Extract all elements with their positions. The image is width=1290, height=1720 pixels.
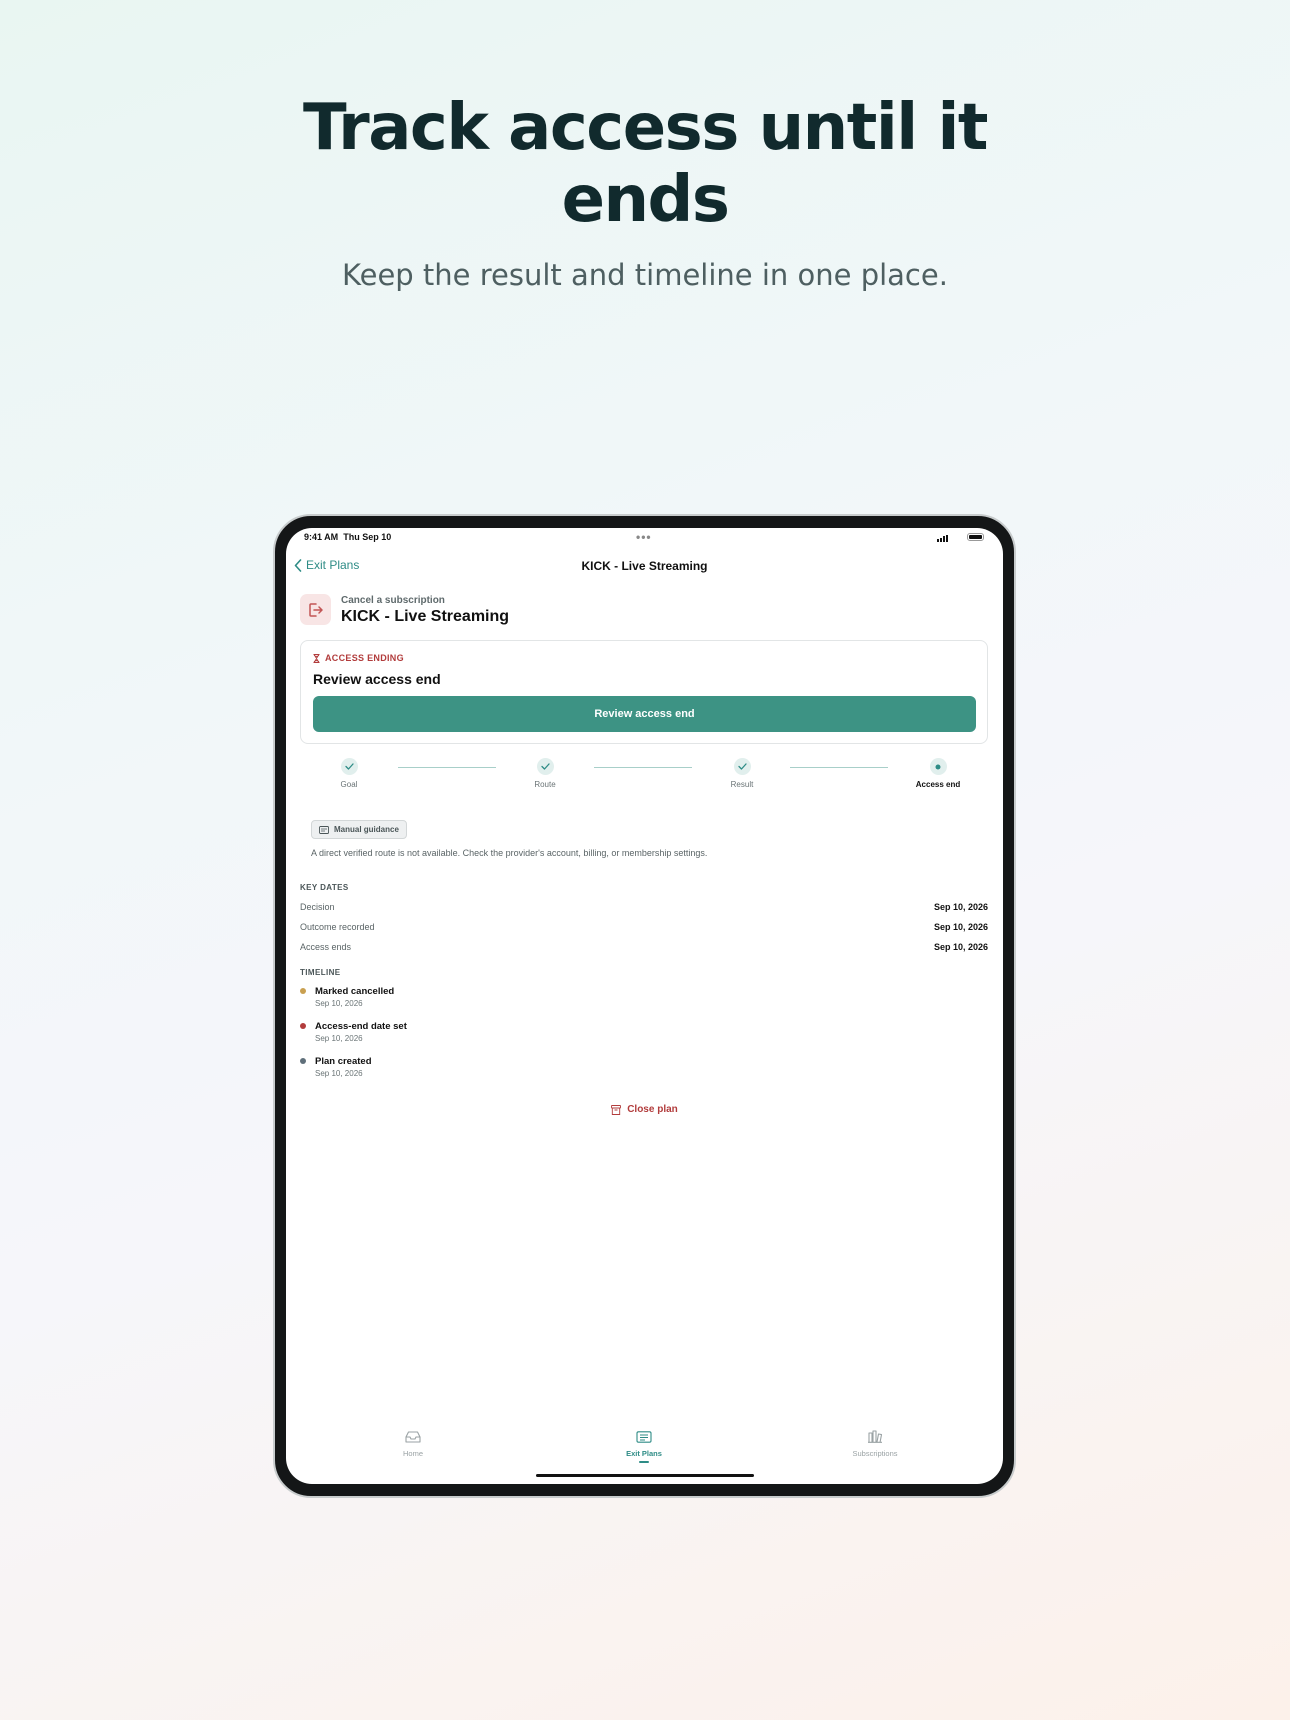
current-step-dot-icon	[929, 758, 947, 775]
signal-icon	[937, 535, 949, 542]
stack-icon	[868, 1430, 883, 1443]
hourglass-icon	[313, 653, 320, 663]
step-connector	[594, 767, 692, 768]
status-bar: 9:41 AM Thu Sep 10 •••	[286, 528, 1003, 550]
timeline-date: Sep 10, 2026	[315, 999, 363, 1008]
manual-guidance-label: Manual guidance	[334, 825, 399, 834]
archive-icon	[611, 1104, 622, 1115]
timeline-title: Access-end date set	[315, 1021, 407, 1032]
close-plan-label: Close plan	[627, 1104, 678, 1115]
step-goal: Goal	[309, 758, 389, 789]
active-tab-indicator	[639, 1461, 649, 1463]
timeline-item: Marked cancelled Sep 10, 2026	[300, 986, 700, 1016]
step-connector	[398, 767, 496, 768]
step-result: Result	[702, 758, 782, 789]
status-time: 9:41 AM Thu Sep 10	[304, 532, 391, 542]
tab-home[interactable]: Home	[363, 1430, 463, 1458]
status-card: ACCESS ENDING Review access end Review a…	[300, 640, 988, 744]
key-date-label: Decision	[300, 902, 335, 912]
key-date-row: Decision Sep 10, 2026	[300, 902, 988, 916]
manual-guidance-chip: Manual guidance	[311, 820, 407, 839]
status-badge-label: ACCESS ENDING	[325, 653, 404, 663]
key-date-row: Outcome recorded Sep 10, 2026	[300, 922, 988, 936]
list-icon	[636, 1431, 652, 1443]
status-date: Thu Sep 10	[343, 532, 392, 542]
home-indicator[interactable]	[536, 1474, 754, 1477]
timeline-title: Plan created	[315, 1056, 372, 1067]
tab-bar: Home Exit Plans Subscriptions	[286, 1430, 1003, 1470]
timeline-dot-icon	[300, 988, 306, 994]
status-clock: 9:41 AM	[304, 532, 339, 542]
multitasking-dots-icon[interactable]: •••	[636, 530, 652, 544]
checkmark-icon	[536, 758, 554, 775]
plan-header: Cancel a subscription KICK - Live Stream…	[300, 594, 990, 628]
plan-title: KICK - Live Streaming	[341, 608, 510, 625]
checkmark-icon	[733, 758, 751, 775]
timeline-heading: TIMELINE	[300, 968, 341, 977]
step-route: Route	[505, 758, 585, 789]
key-date-label: Access ends	[300, 942, 352, 952]
tab-exit-plans[interactable]: Exit Plans	[594, 1430, 694, 1463]
status-badge: ACCESS ENDING	[313, 653, 404, 663]
timeline-dot-icon	[300, 1023, 306, 1029]
step-label: Goal	[340, 780, 358, 789]
headline: Track access until it ends	[303, 91, 989, 237]
key-date-value: Sep 10, 2026	[933, 942, 988, 952]
step-label: Access end	[915, 780, 961, 789]
guidance-text: A direct verified route is not available…	[311, 848, 708, 858]
nav-title: KICK - Live Streaming	[581, 559, 708, 573]
timeline-title: Marked cancelled	[315, 986, 395, 997]
home-tray-icon	[405, 1431, 421, 1443]
close-plan-button[interactable]: Close plan	[286, 1104, 1003, 1115]
step-connector	[790, 767, 888, 768]
progress-stepper: Goal Route Result Access end	[286, 758, 1003, 798]
step-label: Result	[730, 780, 754, 789]
checkmark-icon	[340, 758, 358, 775]
plan-kicker: Cancel a subscription	[341, 595, 445, 606]
timeline-item: Plan created Sep 10, 2026	[300, 1056, 700, 1086]
step-access-end: Access end	[898, 758, 978, 789]
document-icon	[319, 825, 329, 834]
step-label: Route	[534, 780, 556, 789]
battery-icon	[967, 533, 984, 541]
timeline-date: Sep 10, 2026	[315, 1069, 363, 1078]
key-date-row: Access ends Sep 10, 2026	[300, 942, 988, 956]
review-access-end-button[interactable]: Review access end	[313, 696, 976, 732]
key-date-label: Outcome recorded	[300, 922, 375, 932]
status-card-title: Review access end	[313, 671, 441, 687]
tab-label: Home	[402, 1449, 423, 1458]
key-dates-heading: KEY DATES	[300, 883, 349, 892]
tab-subscriptions[interactable]: Subscriptions	[825, 1430, 925, 1458]
exit-door-icon	[300, 594, 331, 625]
timeline-date: Sep 10, 2026	[315, 1034, 363, 1043]
subhead: Keep the result and timeline in one plac…	[342, 258, 948, 292]
timeline-dot-icon	[300, 1058, 306, 1064]
key-date-value: Sep 10, 2026	[933, 922, 988, 932]
tab-label: Exit Plans	[626, 1449, 662, 1458]
timeline-item: Access-end date set Sep 10, 2026	[300, 1021, 700, 1051]
key-date-value: Sep 10, 2026	[933, 902, 988, 912]
navigation-bar: Exit Plans KICK - Live Streaming	[286, 552, 1003, 582]
app-screen: 9:41 AM Thu Sep 10 ••• Exit Plans KICK -…	[286, 528, 1003, 1484]
tab-label: Subscriptions	[852, 1449, 898, 1458]
